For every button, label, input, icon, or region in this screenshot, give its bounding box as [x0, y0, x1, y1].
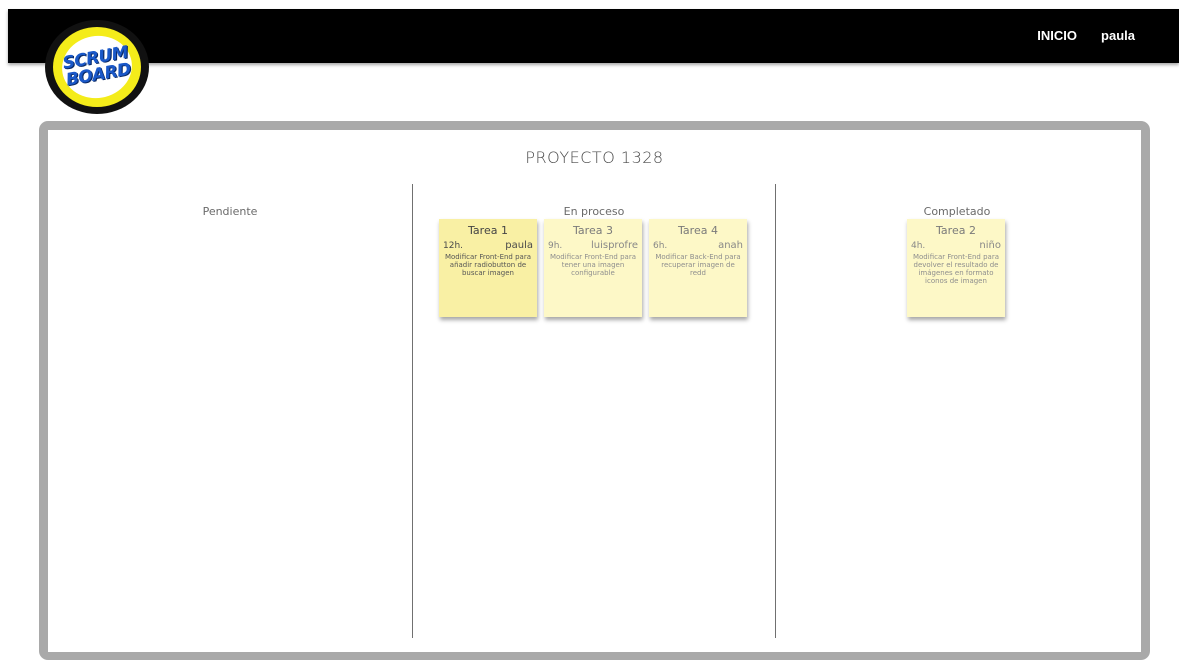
task-title: Tarea 3 — [573, 224, 613, 237]
column-title-completado: Completado — [923, 205, 991, 218]
task-meta: 6h. anah — [653, 240, 743, 252]
task-user: paula — [505, 240, 533, 251]
task-title: Tarea 1 — [468, 224, 508, 237]
top-navbar: INICIO paula — [8, 9, 1179, 63]
task-title: Tarea 2 — [936, 224, 976, 237]
logo-ring: SCRUM BOARD — [53, 27, 141, 107]
task-card[interactable]: Tarea 3 9h. luisprofre Modificar Front-E… — [544, 219, 642, 317]
column-title-en-proceso: En proceso — [563, 205, 625, 218]
logo-inner: SCRUM BOARD — [57, 30, 137, 104]
task-description: Modificar Back-End para recuperar imagen… — [655, 253, 741, 277]
task-user: anah — [718, 240, 743, 251]
scrum-board: PROYECTO 1328 Pendiente En proceso Tarea… — [39, 121, 1150, 660]
task-meta: 12h. paula — [443, 240, 533, 252]
task-description: Modificar Front-End para devolver el res… — [912, 253, 1000, 285]
nav-user-link[interactable]: paula — [1101, 28, 1135, 44]
project-title: PROYECTO 1328 — [525, 148, 664, 167]
task-meta: 4h. niño — [911, 240, 1001, 252]
page: INICIO paula SCRUM BOARD PROYECTO 1328 P… — [0, 0, 1179, 660]
task-title: Tarea 4 — [678, 224, 718, 237]
task-meta: 9h. luisprofre — [548, 240, 638, 252]
task-user: niño — [979, 240, 1001, 251]
column-title-pendiente: Pendiente — [202, 205, 258, 218]
nav-menu: INICIO paula — [1037, 28, 1135, 44]
task-hours: 4h. — [911, 241, 926, 251]
task-description: Modificar Front-End para añadir radiobut… — [444, 253, 532, 277]
task-user: luisprofre — [590, 240, 638, 251]
task-card[interactable]: Tarea 2 4h. niño Modificar Front-End par… — [907, 219, 1005, 317]
nav-inicio-link[interactable]: INICIO — [1037, 28, 1077, 44]
task-hours: 9h. — [548, 241, 563, 251]
scrum-board-logo[interactable]: SCRUM BOARD — [45, 20, 149, 114]
task-hours: 12h. — [443, 241, 464, 251]
column-divider-1 — [412, 184, 413, 638]
task-card[interactable]: Tarea 4 6h. anah Modificar Back-End para… — [649, 219, 747, 317]
task-hours: 6h. — [653, 241, 668, 251]
task-description: Modificar Front-End para tener una image… — [549, 253, 637, 277]
column-divider-2 — [775, 184, 776, 638]
task-card[interactable]: Tarea 1 12h. paula Modificar Front-End p… — [439, 219, 537, 317]
